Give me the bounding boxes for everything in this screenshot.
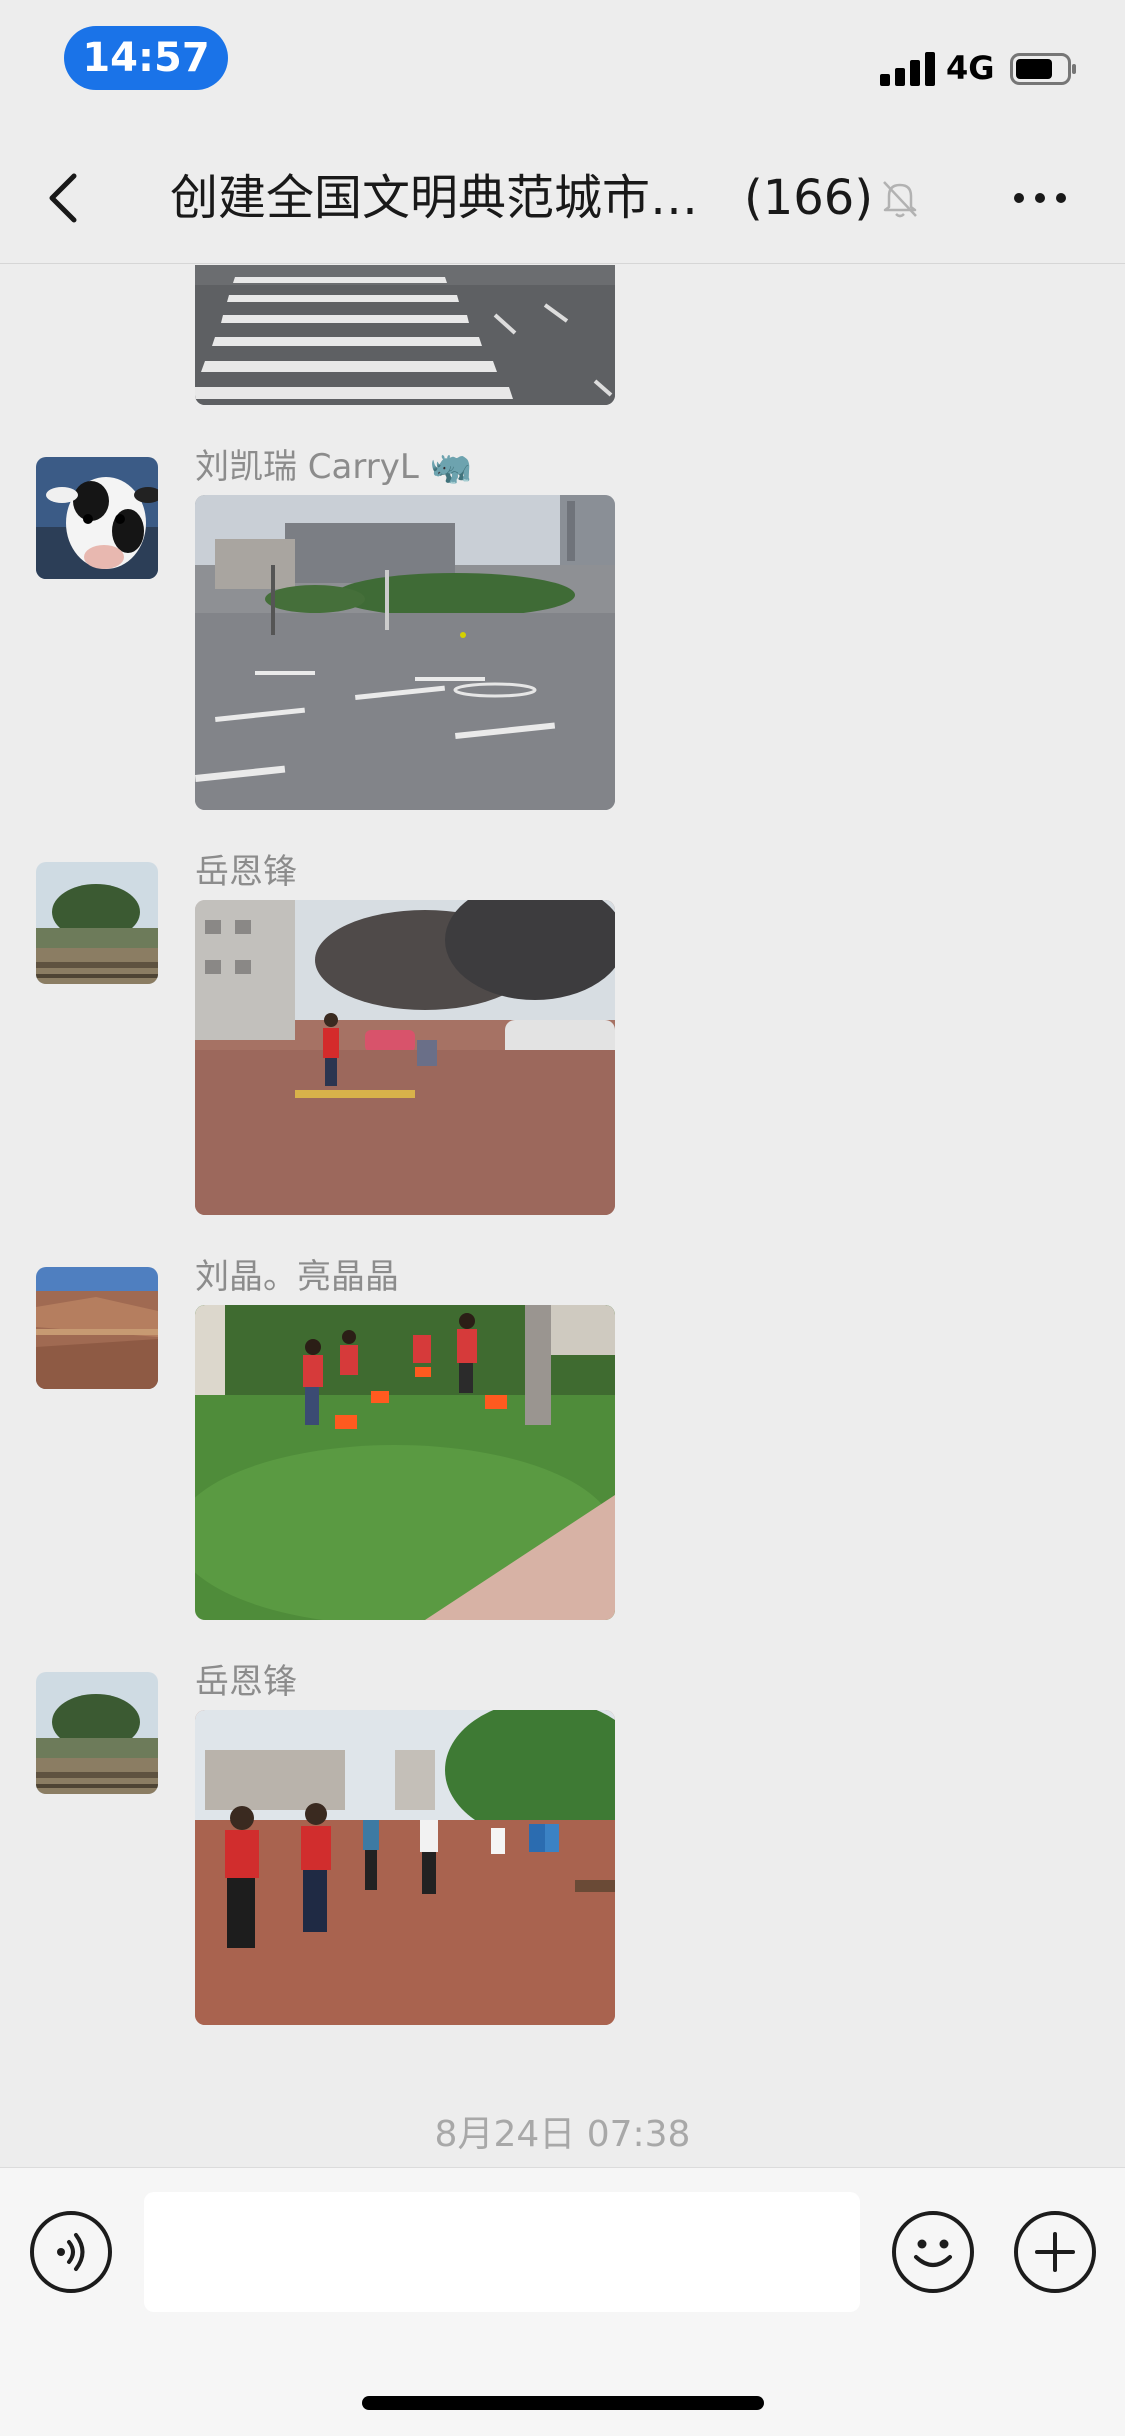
voice-icon bbox=[57, 2233, 85, 2271]
sender-name: 刘晶。亮晶晶 bbox=[195, 1257, 399, 1297]
status-bar: 14:57 4G bbox=[0, 0, 1125, 132]
crosswalk-road-photo[interactable] bbox=[195, 265, 615, 405]
message-timestamp: 8月24日 07:38 bbox=[434, 2114, 691, 2155]
bell-slash-icon bbox=[883, 181, 917, 218]
home-indicator[interactable] bbox=[362, 2396, 764, 2410]
back-button[interactable] bbox=[40, 166, 90, 230]
battery-icon bbox=[1010, 53, 1076, 85]
more-button[interactable] bbox=[1010, 178, 1070, 218]
network-type: 4G bbox=[946, 49, 995, 87]
volunteers-plaza-photo[interactable] bbox=[195, 1710, 615, 2025]
message-list[interactable]: 刘凯瑞 CarryL 🦏 岳恩锋 刘晶。亮晶晶 岳恩锋 8月24日 07:38 bbox=[0, 265, 1125, 2167]
rhino-emoji: 🦏 bbox=[429, 447, 472, 487]
landscape-avatar[interactable] bbox=[36, 862, 158, 984]
volunteers-cleaning-grass-photo[interactable] bbox=[195, 1305, 615, 1620]
smiley-icon bbox=[914, 2239, 952, 2267]
status-time: 14:57 bbox=[64, 26, 228, 90]
chat-title[interactable]: 创建全国文明典范城市… bbox=[170, 162, 698, 234]
sender-name: 岳恩锋 bbox=[195, 1662, 297, 1702]
emoji-button[interactable] bbox=[892, 2211, 974, 2293]
plus-button[interactable] bbox=[1014, 2211, 1096, 2293]
message-input[interactable] bbox=[144, 2192, 860, 2312]
cow-avatar[interactable] bbox=[36, 457, 158, 579]
member-count: (166) bbox=[744, 170, 874, 226]
sender-name: 岳恩锋 bbox=[195, 852, 297, 892]
signal-icon bbox=[880, 50, 936, 86]
plus-icon bbox=[1035, 2232, 1075, 2272]
sender-name: 刘凯瑞 CarryL 🦏 bbox=[195, 445, 472, 489]
chat-header: 创建全国文明典范城市… (166) bbox=[0, 132, 1125, 264]
landscape-avatar[interactable] bbox=[36, 1672, 158, 1794]
voice-button[interactable] bbox=[30, 2211, 112, 2293]
canyon-avatar[interactable] bbox=[36, 1267, 158, 1389]
intersection-photo[interactable] bbox=[195, 495, 615, 810]
sidewalk-volunteer-photo[interactable] bbox=[195, 900, 615, 1215]
sender-name-text: 刘凯瑞 CarryL bbox=[195, 447, 419, 487]
